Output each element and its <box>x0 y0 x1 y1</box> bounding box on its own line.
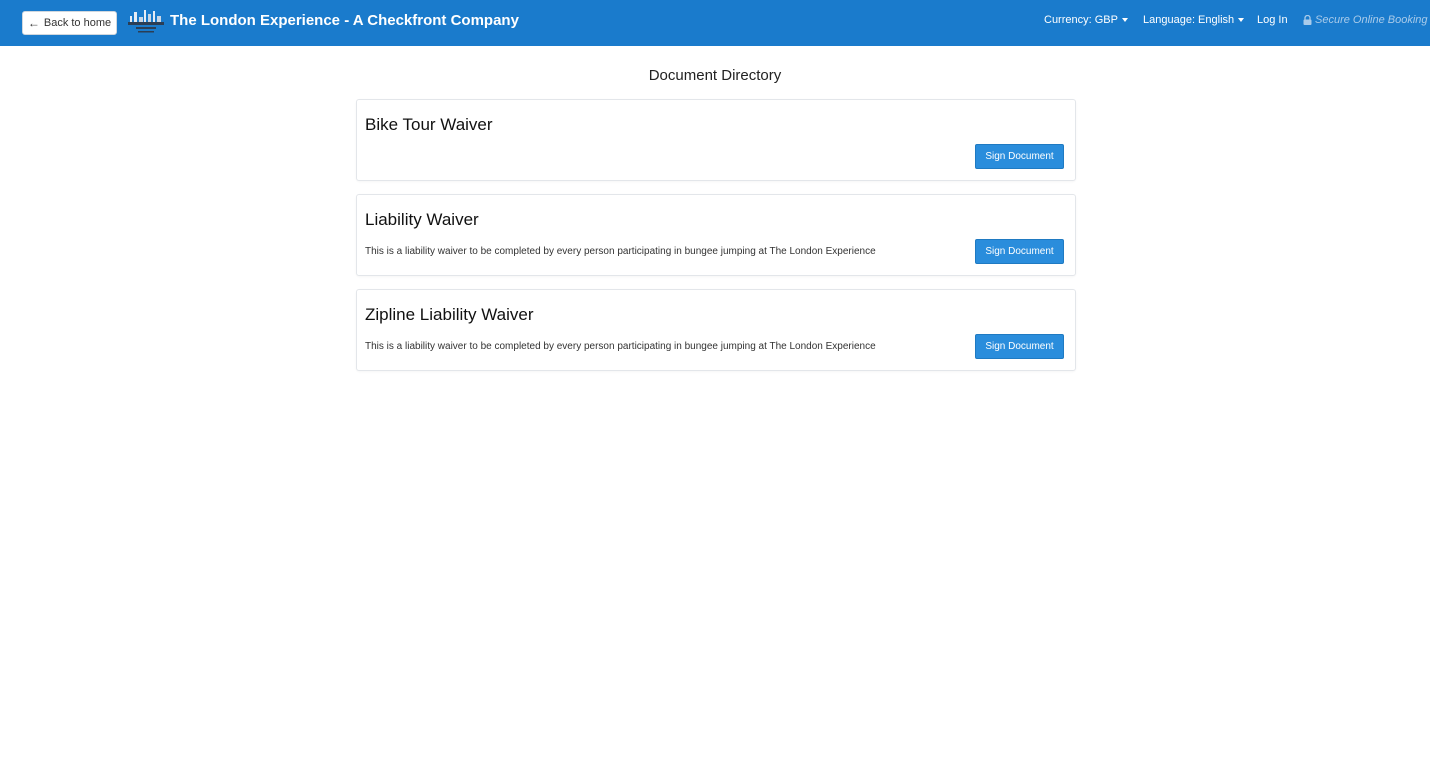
lock-icon <box>1303 15 1312 25</box>
caret-down-icon <box>1238 18 1245 22</box>
language-label: Language: English <box>1143 14 1235 26</box>
back-to-home-button[interactable]: ← Back to home <box>22 11 117 35</box>
currency-dropdown[interactable]: Currency: GBP <box>1044 14 1128 26</box>
document-title: Liability Waiver <box>365 210 479 229</box>
document-description: This is a liability waiver to be complet… <box>365 341 876 352</box>
sign-document-button[interactable]: Sign Document <box>975 144 1064 169</box>
arrow-left-icon: ← <box>27 16 40 30</box>
secure-booking-indicator: Secure Online Booking <box>1303 14 1428 26</box>
page-title: Document Directory <box>648 67 782 84</box>
document-card-zipline-liability-waiver: Zipline Liability Waiver This is a liabi… <box>356 289 1076 371</box>
login-label: Log In <box>1257 14 1288 26</box>
document-title: Zipline Liability Waiver <box>365 305 534 324</box>
document-title: Bike Tour Waiver <box>365 115 493 134</box>
document-card-bike-tour-waiver: Bike Tour Waiver Sign Document <box>356 99 1076 181</box>
document-card-liability-waiver: Liability Waiver This is a liability wai… <box>356 194 1076 276</box>
sign-document-button[interactable]: Sign Document <box>975 334 1064 359</box>
brand-title[interactable]: The London Experience - A Checkfront Com… <box>170 12 519 29</box>
currency-label: Currency: GBP <box>1044 14 1118 26</box>
top-navbar: ← Back to home The London Experience - A… <box>0 0 1430 46</box>
login-link[interactable]: Log In <box>1257 14 1288 26</box>
back-to-home-label: Back to home <box>43 17 112 29</box>
secure-booking-label: Secure Online Booking <box>1315 14 1428 26</box>
document-description: This is a liability waiver to be complet… <box>365 246 876 257</box>
language-dropdown[interactable]: Language: English <box>1143 14 1245 26</box>
caret-down-icon <box>1121 18 1128 22</box>
sign-document-button[interactable]: Sign Document <box>975 239 1064 264</box>
london-skyline-logo-icon[interactable] <box>128 8 164 36</box>
